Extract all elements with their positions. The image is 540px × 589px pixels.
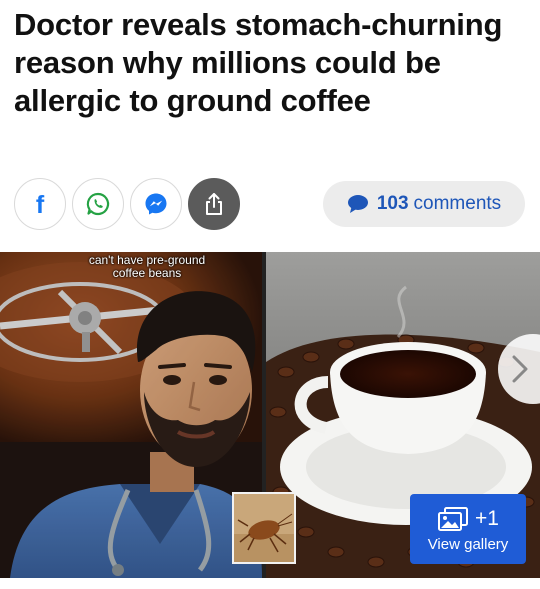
messenger-share-button[interactable] xyxy=(130,178,182,230)
cockroach-image xyxy=(234,494,294,562)
gallery-icon xyxy=(438,506,469,531)
messenger-icon xyxy=(145,193,167,215)
more-share-button[interactable] xyxy=(188,178,240,230)
doctor-photo xyxy=(0,252,262,578)
comments-label: comments xyxy=(413,193,502,214)
gallery-extra-count: +1 xyxy=(475,506,499,530)
facebook-share-button[interactable]: f xyxy=(14,178,66,230)
speech-bubble-icon xyxy=(347,195,368,213)
facebook-icon: f xyxy=(35,190,45,219)
whatsapp-icon xyxy=(86,192,110,216)
view-gallery-label: View gallery xyxy=(427,535,509,553)
chevron-right-icon xyxy=(512,355,528,383)
image-gallery[interactable]: can't have pre-ground coffee beans +1 Vi… xyxy=(0,252,540,578)
share-icon xyxy=(206,193,222,215)
article-headline: Doctor reveals stomach-churning reason w… xyxy=(14,7,503,118)
comments-count: 103 xyxy=(376,193,409,214)
video-caption-line-2: coffee beans xyxy=(112,266,182,280)
whatsapp-share-button[interactable] xyxy=(72,178,124,230)
inset-thumbnail xyxy=(232,492,296,564)
share-bar: f xyxy=(14,178,240,230)
comments-button[interactable]: 103 comments xyxy=(323,181,525,227)
video-caption: can't have pre-ground coffee beans xyxy=(72,254,222,280)
view-gallery-button[interactable]: +1 View gallery xyxy=(410,494,526,564)
gallery-image-doctor: can't have pre-ground coffee beans xyxy=(0,252,262,578)
